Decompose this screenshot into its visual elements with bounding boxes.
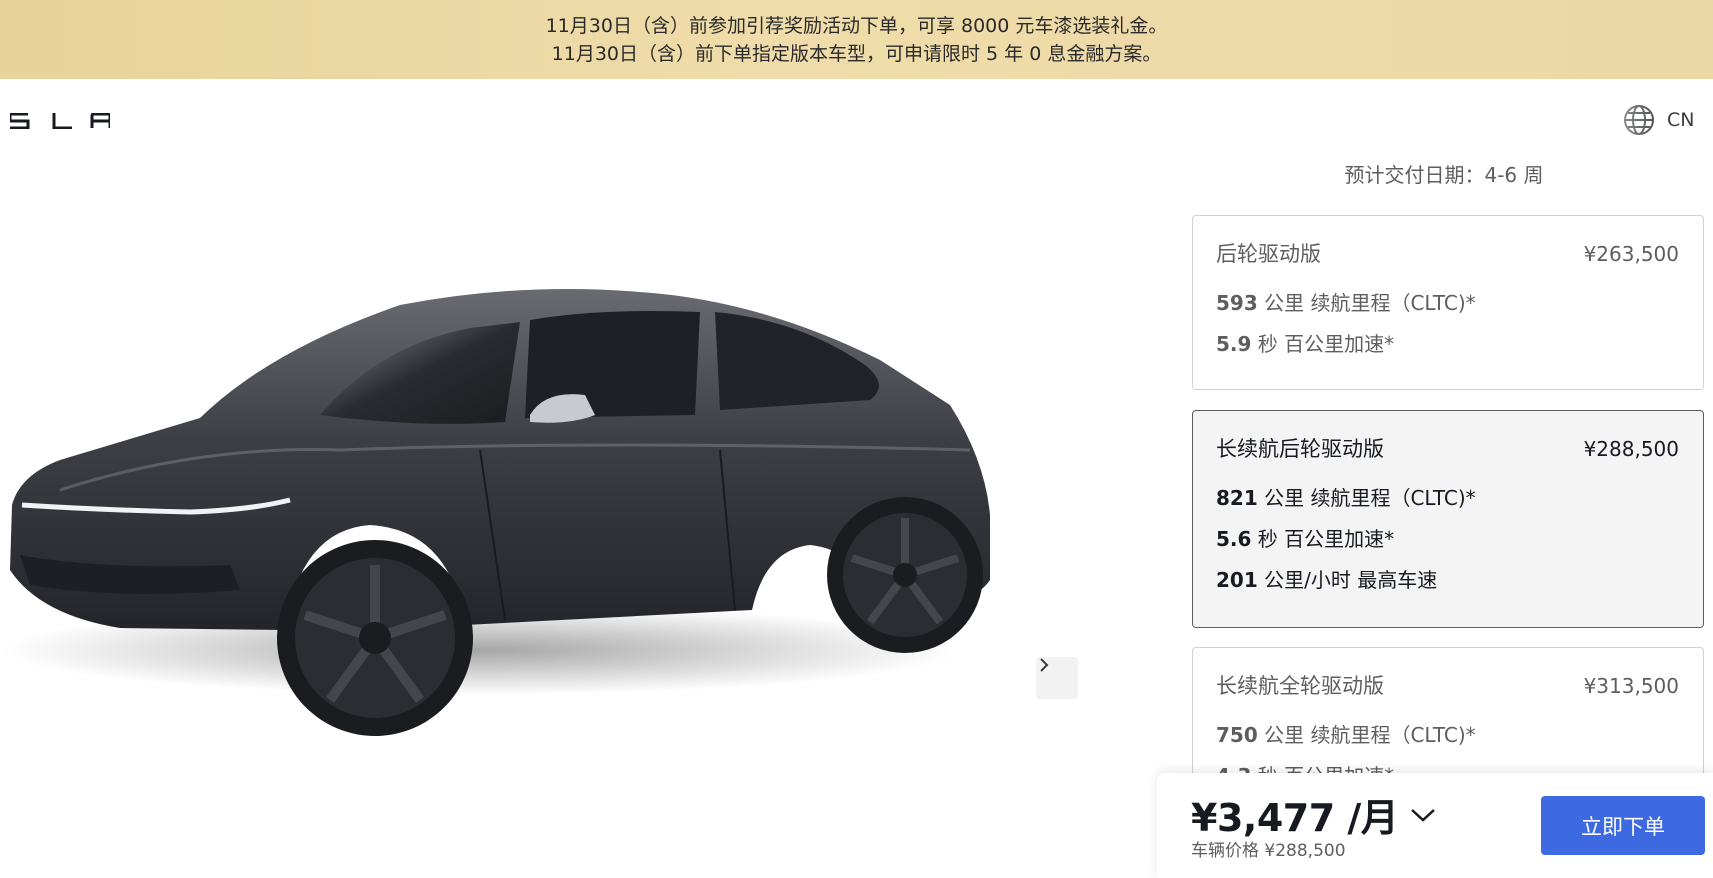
trim-spec-range: 750 公里 续航里程（CLTC)*: [1216, 723, 1476, 747]
gallery-next-button[interactable]: [1036, 657, 1078, 699]
trim-spec-range: 593 公里 续航里程（CLTC)*: [1216, 291, 1476, 315]
car-gallery: [0, 160, 1120, 760]
tesla-wordmark-icon[interactable]: [10, 109, 110, 133]
chevron-right-icon: [1040, 658, 1049, 672]
trim-price: ¥313,500: [1583, 674, 1679, 698]
monthly-price-toggle[interactable]: ¥3,477 /月: [1191, 787, 1436, 842]
trim-spec-top-speed: 201 公里/小时 最高车速: [1216, 568, 1438, 592]
trim-selector-panel[interactable]: 预计交付日期：4-6 周 后轮驱动版 ¥263,500 593 公里 续航里程（…: [1175, 79, 1713, 878]
delivery-label: 预计交付日期：: [1344, 163, 1485, 187]
trim-spec-range: 821 公里 续航里程（CLTC)*: [1216, 486, 1476, 510]
trim-card-long-range-rwd[interactable]: 长续航后轮驱动版 ¥288,500 821 公里 续航里程（CLTC)* 5.6…: [1192, 410, 1704, 628]
trim-card-rwd[interactable]: 后轮驱动版 ¥263,500 593 公里 续航里程（CLTC)* 5.9 秒 …: [1192, 215, 1704, 390]
trim-price: ¥288,500: [1583, 437, 1679, 461]
chevron-down-icon: [1411, 808, 1436, 822]
trim-name: 长续航后轮驱动版: [1216, 437, 1384, 461]
trim-spec-acceleration: 5.6 秒 百公里加速*: [1216, 527, 1395, 551]
vehicle-price: 车辆价格 ¥288,500: [1191, 841, 1346, 861]
promo-line-1: 11月30日（含）前参加引荐奖励活动下单，可享 8000 元车漆选装礼金。: [545, 14, 1168, 37]
order-now-button[interactable]: 立即下单: [1541, 796, 1705, 855]
promo-line-2: 11月30日（含）前下单指定版本车型，可申请限时 5 年 0 息金融方案。: [551, 42, 1162, 65]
delivery-estimate: 预计交付日期：4-6 周: [1175, 159, 1713, 188]
trim-name: 长续航全轮驱动版: [1216, 674, 1384, 698]
car-image: [0, 288, 990, 736]
order-summary-bar: ¥3,477 /月 车辆价格 ¥288,500 立即下单: [1157, 773, 1713, 878]
header-fade-overlay: [1185, 79, 1665, 163]
configurator-page: 11月30日（含）前参加引荐奖励活动下单，可享 8000 元车漆选装礼金。 11…: [0, 0, 1713, 878]
trim-spec-acceleration: 5.9 秒 百公里加速*: [1216, 332, 1395, 356]
monthly-price: ¥3,477 /月: [1191, 796, 1399, 840]
delivery-value: 4-6 周: [1484, 163, 1544, 187]
trim-price: ¥263,500: [1583, 242, 1679, 266]
promo-banner[interactable]: 11月30日（含）前参加引荐奖励活动下单，可享 8000 元车漆选装礼金。 11…: [0, 0, 1713, 79]
trim-name: 后轮驱动版: [1216, 242, 1321, 266]
